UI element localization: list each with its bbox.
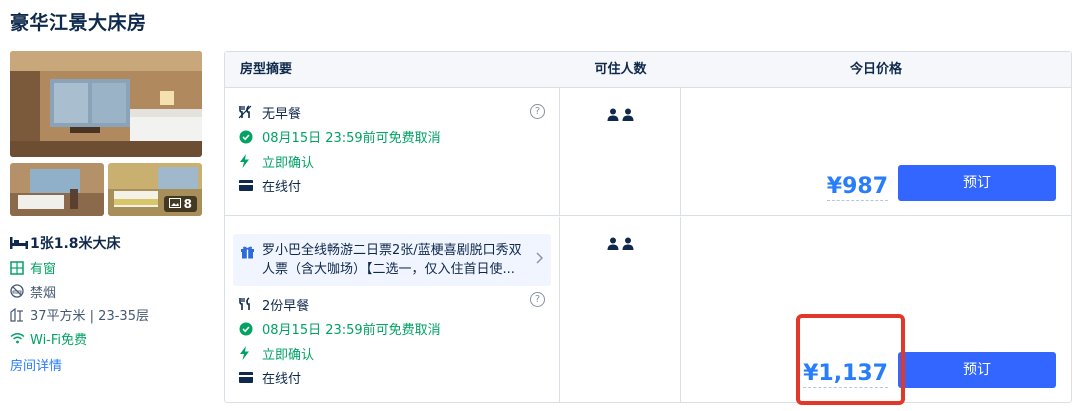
meal-label: 2份早餐 (262, 298, 310, 314)
confirm-label: 立即确认 (262, 347, 315, 363)
card-icon (239, 372, 262, 384)
photo-count: 8 (183, 197, 192, 211)
window-icon (10, 261, 30, 275)
cancel-label: 08月15日 23:59前可免费取消 (262, 131, 441, 147)
guest-capacity (560, 88, 681, 215)
guest-icons (607, 108, 634, 121)
guest-icon (607, 237, 619, 250)
area-icon (10, 307, 30, 322)
check-circle-icon (239, 130, 262, 144)
package-banner[interactable]: 罗小巴全线畅游二日票2张/蓝梗喜剧脱口秀双人票（含大咖场）【二选一，仅入住首日使… (233, 234, 551, 286)
payment-policy: 在线付 (239, 174, 545, 199)
photo-count-badge[interactable]: 8 (163, 196, 197, 212)
cutlery-icon (239, 105, 262, 119)
room-detail-link[interactable]: 房间详情 (10, 355, 205, 374)
facility-wifi: Wi-Fi免费 (10, 327, 205, 351)
facility-window-label: 有窗 (30, 262, 57, 278)
rate-row: 无早餐 08月15日 23:59前可免费取消 立即确认 在线付 ? ¥987 预… (225, 88, 1071, 216)
card-icon (239, 180, 262, 192)
cancel-policy[interactable]: 08月15日 23:59前可免费取消 (239, 125, 545, 150)
facility-bed: 1张1.8米大床 (10, 230, 205, 256)
help-icon[interactable]: ? (530, 292, 545, 307)
chevron-right-icon (536, 252, 543, 268)
confirm-policy: 立即确认 (239, 341, 551, 366)
rate-table-header: 房型摘要 可住人数 今日价格 (225, 52, 1071, 88)
room-photo-thumb-1[interactable] (10, 163, 104, 216)
book-button[interactable]: 预订 (898, 165, 1056, 201)
facility-window: 有窗 (10, 256, 205, 280)
wifi-icon (10, 332, 30, 344)
facility-bed-label: 1张1.8米大床 (30, 236, 121, 252)
cancel-label: 08月15日 23:59前可免费取消 (262, 323, 441, 339)
rate-table: 房型摘要 可住人数 今日价格 无早餐 08月15日 23:59前可免费取消 立即… (224, 51, 1072, 403)
room-facilities: 1张1.8米大床 有窗 禁烟 37平方米 | 23-35层 Wi-Fi免费 房间… (10, 230, 205, 374)
guest-capacity (560, 217, 681, 403)
bolt-icon (239, 346, 262, 361)
payment-policy: 在线付 (239, 366, 551, 391)
bed-icon (10, 236, 30, 250)
facility-wifi-label: Wi-Fi免费 (30, 332, 88, 348)
rate-summary: 无早餐 08月15日 23:59前可免费取消 立即确认 在线付 ? (225, 88, 560, 215)
meal-policy: 无早餐 (239, 100, 545, 125)
facility-smoking: 禁烟 (10, 280, 205, 304)
meal-label: 无早餐 (262, 106, 302, 122)
guest-icons (607, 237, 634, 250)
payment-label: 在线付 (262, 372, 302, 388)
cutlery-icon (239, 297, 262, 311)
confirm-label: 立即确认 (262, 155, 315, 171)
price-cell: ¥1,137 预订 (681, 217, 1071, 403)
help-icon[interactable]: ? (530, 104, 545, 119)
payment-label: 在线付 (262, 180, 302, 196)
guest-icon (607, 108, 619, 121)
facility-area: 37平方米 | 23-35层 (10, 303, 205, 327)
price-cell: ¥987 预订 (681, 88, 1071, 215)
cancel-policy[interactable]: 08月15日 23:59前可免费取消 (239, 317, 551, 342)
header-summary: 房型摘要 (240, 62, 293, 77)
package-label: 罗小巴全线畅游二日票2张/蓝梗喜剧脱口秀双人票（含大咖场）【二选一，仅入住首日使… (262, 243, 522, 277)
rate-row: 罗小巴全线畅游二日票2张/蓝梗喜剧脱口秀双人票（含大咖场）【二选一，仅入住首日使… (225, 217, 1071, 403)
check-circle-icon (239, 322, 262, 336)
header-guests: 可住人数 (594, 62, 647, 77)
meal-policy: 2份早餐 (239, 292, 551, 317)
book-button[interactable]: 预订 (898, 352, 1056, 388)
confirm-policy: 立即确认 (239, 149, 545, 174)
gift-icon (241, 244, 254, 279)
room-photo-thumb-2[interactable]: 8 (108, 163, 202, 216)
no-smoking-icon (10, 284, 30, 298)
price[interactable]: ¥1,137 (803, 361, 888, 388)
room-title: 豪华江景大床房 (10, 12, 147, 34)
room-photo-main[interactable] (10, 51, 202, 157)
bolt-icon (239, 154, 262, 169)
guest-icon (622, 237, 634, 250)
header-price: 今日价格 (849, 62, 902, 77)
price[interactable]: ¥987 (826, 174, 888, 201)
facility-area-label: 37平方米 | 23-35层 (30, 309, 149, 325)
gallery-icon (168, 197, 181, 211)
rate-summary: 罗小巴全线畅游二日票2张/蓝梗喜剧脱口秀双人票（含大咖场）【二选一，仅入住首日使… (225, 217, 560, 403)
facility-smoking-label: 禁烟 (30, 285, 57, 301)
guest-icon (622, 108, 634, 121)
